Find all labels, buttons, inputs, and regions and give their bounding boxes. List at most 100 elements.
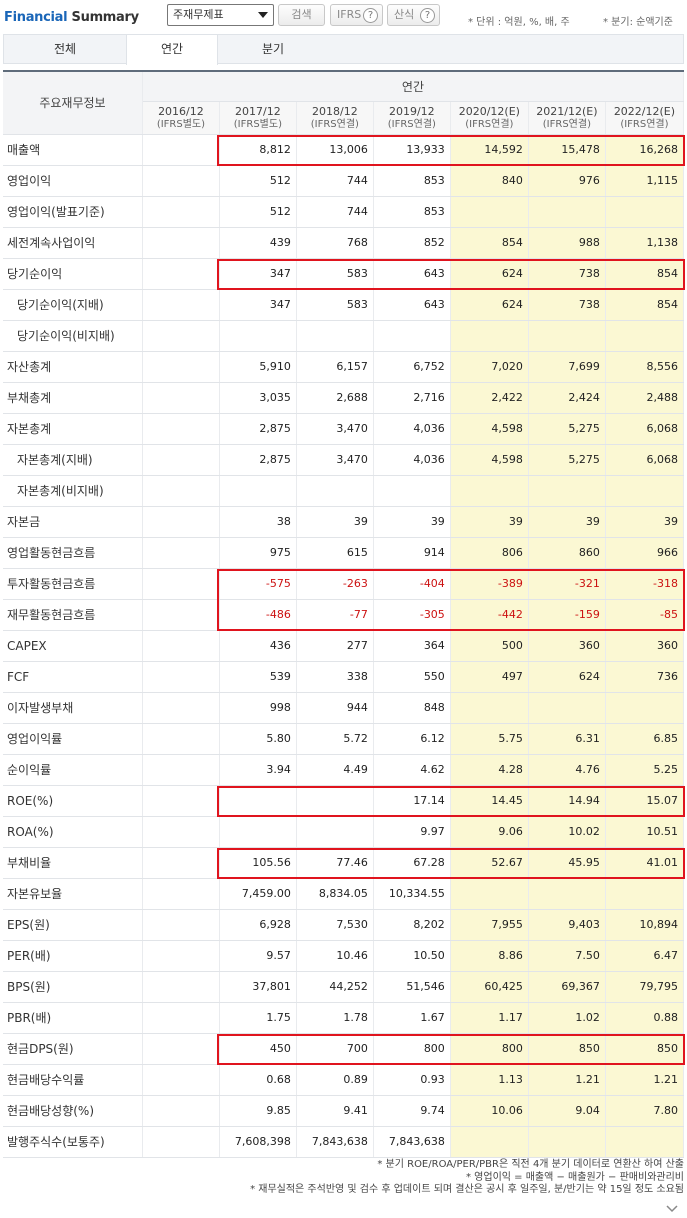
- table-cell: 39: [450, 505, 529, 538]
- row-label: 자본금: [3, 505, 143, 538]
- row-label: ROE(%): [3, 785, 143, 817]
- table-cell: [605, 692, 685, 724]
- chevron-down-icon: [258, 12, 268, 18]
- search-button[interactable]: 검색: [278, 4, 325, 26]
- table-cell: 7,843,638: [296, 1126, 374, 1158]
- table-cell: [142, 816, 220, 848]
- basis-label: (IFRS연결): [465, 118, 514, 130]
- table-cell: [142, 785, 220, 817]
- table-cell: 38: [219, 505, 297, 538]
- row-label: 부채총계: [3, 382, 143, 414]
- table-cell: 497: [450, 661, 529, 693]
- table-cell: [605, 196, 685, 228]
- table-cell: [142, 413, 220, 445]
- table-cell: [142, 382, 220, 414]
- table-row: EPS(원) 6,928 7,530 8,202 7,955 9,403 10,894: [3, 909, 685, 941]
- table-row: 당기순이익(지배) 347 583 643 624 738 854: [3, 289, 685, 321]
- table-row: 영업이익(발표기준) 512 744 853: [3, 196, 685, 228]
- row-label: 자본총계: [3, 413, 143, 445]
- table-cell: 6,928: [219, 909, 297, 941]
- table-row: 현금배당성향(%) 9.85 9.41 9.74 10.06 9.04 7.80: [3, 1095, 685, 1127]
- table-cell: 550: [373, 661, 451, 693]
- table-cell: 5.72: [296, 722, 374, 755]
- table-cell: [296, 475, 374, 507]
- table-cell: [142, 722, 220, 755]
- table-cell: [142, 320, 220, 352]
- table-cell: 3.94: [219, 754, 297, 786]
- row-label: FCF: [3, 661, 143, 693]
- basis-label: (IFRS연결): [387, 118, 436, 130]
- table-cell: [142, 754, 220, 786]
- table-cell: 7,020: [450, 350, 529, 383]
- table-cell: 39: [373, 505, 451, 538]
- table-cell: [142, 505, 220, 538]
- highlight-box: [217, 569, 685, 631]
- row-label: 자산총계: [3, 350, 143, 383]
- table-cell: 1.02: [528, 1002, 606, 1034]
- table-cell: 6.12: [373, 722, 451, 755]
- table-cell: [219, 320, 297, 352]
- table-cell: 4,598: [450, 413, 529, 445]
- chevron-down-icon[interactable]: [665, 1203, 679, 1215]
- row-label: 현금배당성향(%): [3, 1095, 143, 1127]
- table-cell: 0.68: [219, 1064, 297, 1096]
- year-label: 2017/12: [235, 104, 281, 118]
- table-cell: 9,403: [528, 909, 606, 941]
- basis-label: (IFRS별도): [156, 118, 206, 130]
- table-row: 영업이익 512 744 853 840 976 1,115: [3, 165, 685, 197]
- table-cell: 6,157: [296, 350, 374, 383]
- row-label: ROA(%): [3, 816, 143, 848]
- table-cell: 539: [219, 661, 297, 693]
- row-label: 영업이익(발표기준): [3, 196, 143, 228]
- table-cell: 1.17: [450, 1002, 529, 1034]
- table-cell: [142, 227, 220, 259]
- year-label: 2022/12(E): [613, 104, 676, 118]
- table-cell: 840: [450, 165, 529, 197]
- table-cell: 277: [296, 630, 374, 662]
- year-column-header: 2016/12 (IFRS별도): [142, 101, 220, 135]
- table-cell: 3,035: [219, 382, 297, 414]
- table-cell: 5,910: [219, 350, 297, 383]
- table-cell: [142, 537, 220, 569]
- tab-quarterly[interactable]: 분기: [218, 35, 328, 64]
- formula-button[interactable]: 산식 ?: [387, 4, 440, 26]
- tab-annual[interactable]: 연간: [126, 35, 218, 65]
- table-cell: [142, 1002, 220, 1034]
- statement-type-select[interactable]: 주재무제표: [167, 4, 274, 26]
- annual-group-header: 연간: [142, 71, 685, 102]
- table-cell: 1.21: [528, 1064, 606, 1096]
- table-cell: 2,875: [219, 444, 297, 476]
- row-label: 당기순이익(비지배): [3, 320, 143, 352]
- table-cell: 6.31: [528, 722, 606, 755]
- table-row: 자본유보율 7,459.00 8,834.05 10,334.55: [3, 878, 685, 910]
- statement-type-value: 주재무제표: [173, 8, 224, 21]
- tab-all[interactable]: 전체: [4, 35, 126, 64]
- row-label: 당기순이익: [3, 258, 143, 290]
- year-column-header: 2018/12 (IFRS연결): [296, 101, 374, 135]
- highlight-box: [217, 135, 685, 166]
- title-part-summary: Summary: [71, 10, 140, 25]
- table-cell: [142, 599, 220, 631]
- row-label: 현금DPS(원): [3, 1033, 143, 1065]
- table-cell: 744: [296, 196, 374, 228]
- table-cell: 7,459.00: [219, 878, 297, 910]
- row-label: 영업활동현금흐름: [3, 537, 143, 569]
- table-cell: 10.46: [296, 940, 374, 972]
- table-cell: 10.50: [373, 940, 451, 972]
- table-cell: 7,530: [296, 909, 374, 941]
- table-cell: [528, 878, 606, 910]
- table-row: 순이익률 3.94 4.49 4.62 4.28 4.76 5.25: [3, 754, 685, 786]
- row-label: 자본유보율: [3, 878, 143, 910]
- table-cell: [142, 878, 220, 910]
- year-label: 2020/12(E): [458, 104, 520, 118]
- row-label: 부채비율: [3, 847, 143, 879]
- table-cell: 9.06: [450, 816, 529, 848]
- table-cell: 1.67: [373, 1002, 451, 1034]
- table-cell: 8,202: [373, 909, 451, 941]
- table-cell: 39: [296, 505, 374, 538]
- table-cell: [450, 196, 529, 228]
- table-cell: 4,036: [373, 444, 451, 476]
- table-cell: 624: [450, 289, 529, 321]
- table-cell: [142, 1126, 220, 1158]
- ifrs-button[interactable]: IFRS ?: [330, 4, 383, 26]
